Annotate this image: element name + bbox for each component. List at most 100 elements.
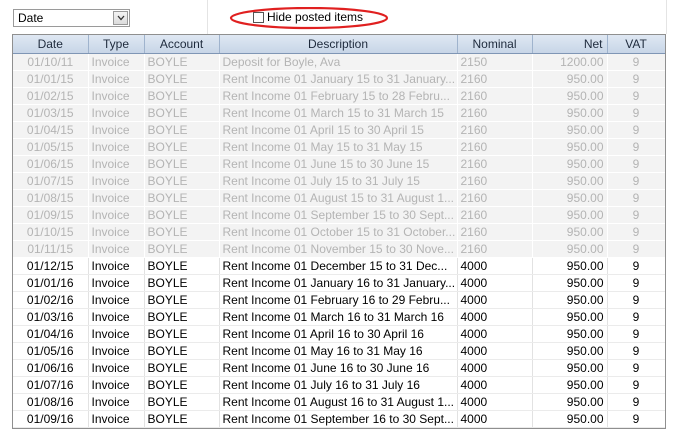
cell-type: Invoice [88, 87, 145, 105]
table-row[interactable]: 01/05/16 Invoice BOYLE Rent Income 01 May 1… [13, 342, 665, 360]
cell-description: Rent Income 01 January 15 to 31 January.… [219, 70, 458, 88]
cell-nominal: 4000 [457, 376, 533, 394]
cell-net: 950.00 [532, 291, 608, 309]
table-row[interactable]: 01/03/15 Invoice BOYLE Rent Income 01 March… [13, 104, 665, 122]
table-row[interactable]: 01/03/16 Invoice BOYLE Rent Income 01 March… [13, 308, 665, 326]
col-header-net[interactable]: Net [532, 35, 608, 54]
cell-description: Rent Income 01 June 15 to 30 June 15 [219, 155, 458, 173]
cell-nominal: 2160 [457, 121, 533, 139]
cell-net: 950.00 [532, 308, 608, 326]
cell-type: Invoice [88, 376, 145, 394]
cell-nominal: 2150 [457, 53, 533, 71]
cell-type: Invoice [88, 53, 145, 71]
cell-nominal: 2160 [457, 189, 533, 207]
col-header-type[interactable]: Type [88, 35, 145, 54]
cell-vat: 9 [607, 274, 665, 292]
cell-description: Rent Income 01 April 15 to 30 April 15 [219, 121, 458, 139]
cell-date: 01/02/16 [13, 291, 89, 309]
cell-account: BOYLE [144, 121, 220, 139]
cell-date: 01/02/15 [13, 87, 89, 105]
cell-account: BOYLE [144, 359, 220, 377]
table-row[interactable]: 01/12/15 Invoice BOYLE Rent Income 01 Decem… [13, 257, 665, 275]
cell-nominal: 4000 [457, 325, 533, 343]
cell-vat: 9 [607, 206, 665, 224]
cell-account: BOYLE [144, 53, 220, 71]
cell-vat: 9 [607, 53, 665, 71]
cell-vat: 9 [607, 257, 665, 275]
table-row[interactable]: 01/01/15 Invoice BOYLE Rent Income 01 Janua… [13, 70, 665, 88]
cell-vat: 9 [607, 325, 665, 343]
cell-type: Invoice [88, 308, 145, 326]
cell-type: Invoice [88, 104, 145, 122]
cell-nominal: 4000 [457, 274, 533, 292]
cell-vat: 9 [607, 376, 665, 394]
hide-posted-label[interactable]: Hide posted items [267, 10, 363, 24]
table-row[interactable]: 01/08/16 Invoice BOYLE Rent Income 01 Augus… [13, 393, 665, 411]
table-row[interactable]: 01/09/15 Invoice BOYLE Rent Income 01 Septe… [13, 206, 665, 224]
cell-nominal: 4000 [457, 257, 533, 275]
cell-vat: 9 [607, 70, 665, 88]
cell-account: BOYLE [144, 410, 220, 428]
cell-net: 950.00 [532, 376, 608, 394]
table-row[interactable]: 01/06/16 Invoice BOYLE Rent Income 01 June … [13, 359, 665, 377]
cell-date: 01/11/15 [13, 240, 89, 258]
cell-type: Invoice [88, 70, 145, 88]
cell-description: Rent Income 01 November 15 to 30 Nove... [219, 240, 458, 258]
table-row[interactable]: 01/11/15 Invoice BOYLE Rent Income 01 Novem… [13, 240, 665, 258]
table-row[interactable]: 01/08/15 Invoice BOYLE Rent Income 01 Augus… [13, 189, 665, 207]
cell-account: BOYLE [144, 376, 220, 394]
cell-date: 01/03/15 [13, 104, 89, 122]
table-row[interactable]: 01/04/15 Invoice BOYLE Rent Income 01 April… [13, 121, 665, 139]
table-row[interactable]: 01/02/15 Invoice BOYLE Rent Income 01 Febru… [13, 87, 665, 105]
table-row[interactable]: 01/01/16 Invoice BOYLE Rent Income 01 Janua… [13, 274, 665, 292]
cell-account: BOYLE [144, 104, 220, 122]
table-row[interactable]: 01/04/16 Invoice BOYLE Rent Income 01 April… [13, 325, 665, 343]
col-header-description[interactable]: Description [219, 35, 458, 54]
table-row[interactable]: 01/09/16 Invoice BOYLE Rent Income 01 Septe… [13, 410, 665, 428]
cell-net: 950.00 [532, 155, 608, 173]
cell-net: 950.00 [532, 325, 608, 343]
cell-date: 01/01/15 [13, 70, 89, 88]
table-row[interactable]: 01/02/16 Invoice BOYLE Rent Income 01 Febru… [13, 291, 665, 309]
table-row[interactable]: 01/07/16 Invoice BOYLE Rent Income 01 July … [13, 376, 665, 394]
cell-vat: 9 [607, 308, 665, 326]
dropdown-button[interactable] [113, 11, 128, 25]
cell-account: BOYLE [144, 172, 220, 190]
sort-by-dropdown[interactable]: Date [13, 9, 130, 27]
cell-account: BOYLE [144, 223, 220, 241]
cell-type: Invoice [88, 189, 145, 207]
cell-date: 01/04/15 [13, 121, 89, 139]
col-header-date[interactable]: Date [13, 35, 89, 54]
cell-date: 01/05/15 [13, 138, 89, 156]
cell-description: Rent Income 01 May 16 to 31 May 16 [219, 342, 458, 360]
hide-posted-checkbox[interactable] [253, 12, 264, 23]
toolbar: Date Hide posted items [0, 0, 685, 34]
cell-description: Rent Income 01 February 15 to 28 Febru..… [219, 87, 458, 105]
chevron-down-icon [117, 15, 125, 21]
cell-type: Invoice [88, 172, 145, 190]
cell-date: 01/08/16 [13, 393, 89, 411]
col-header-nominal[interactable]: Nominal [457, 35, 533, 54]
cell-account: BOYLE [144, 138, 220, 156]
col-header-vat[interactable]: VAT [607, 35, 665, 54]
table-row[interactable]: 01/06/15 Invoice BOYLE Rent Income 01 June … [13, 155, 665, 173]
col-header-account[interactable]: Account [144, 35, 220, 54]
cell-net: 950.00 [532, 257, 608, 275]
table-row[interactable]: 01/07/15 Invoice BOYLE Rent Income 01 July … [13, 172, 665, 190]
cell-vat: 9 [607, 104, 665, 122]
cell-type: Invoice [88, 393, 145, 411]
cell-type: Invoice [88, 410, 145, 428]
cell-net: 950.00 [532, 240, 608, 258]
cell-description: Rent Income 01 March 16 to 31 March 16 [219, 308, 458, 326]
cell-description: Rent Income 01 May 15 to 31 May 15 [219, 138, 458, 156]
cell-vat: 9 [607, 189, 665, 207]
cell-date: 01/10/15 [13, 223, 89, 241]
cell-net: 1200.00 [532, 53, 608, 71]
cell-net: 950.00 [532, 342, 608, 360]
cell-nominal: 2160 [457, 240, 533, 258]
table-row[interactable]: 01/10/11 Invoice BOYLE Deposit for Boyle, A… [13, 53, 665, 71]
table-row[interactable]: 01/05/15 Invoice BOYLE Rent Income 01 May 1… [13, 138, 665, 156]
cell-description: Rent Income 01 January 16 to 31 January.… [219, 274, 458, 292]
table-row[interactable]: 01/10/15 Invoice BOYLE Rent Income 01 Octob… [13, 223, 665, 241]
cell-date: 01/09/15 [13, 206, 89, 224]
